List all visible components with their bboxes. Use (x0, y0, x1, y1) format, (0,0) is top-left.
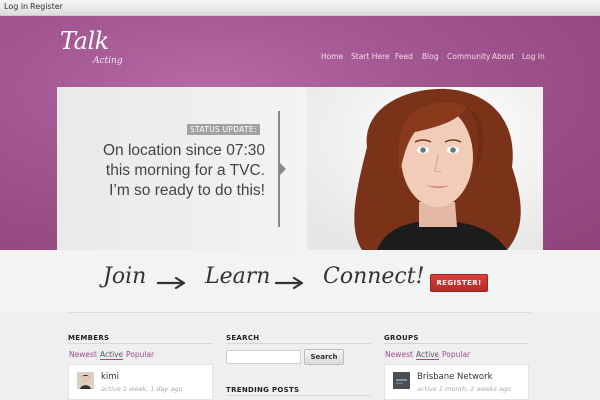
admin-login-link[interactable]: Log in (4, 2, 28, 11)
groups-title: GROUPS (384, 334, 419, 342)
tab-separator: | (95, 350, 98, 359)
group-avatar[interactable] (393, 372, 410, 389)
members-title: MEMBERS (68, 334, 110, 342)
admin-bar: Log in Register (0, 0, 600, 16)
status-line-3: I’m so ready to do this! (109, 182, 265, 199)
logo-subtitle: Acting (93, 56, 123, 66)
groups-tab-popular[interactable]: Popular (442, 350, 470, 359)
tab-separator: | (121, 350, 124, 359)
group-activity: active 1 month, 2 weeks ago (417, 385, 512, 393)
members-tab-newest[interactable]: Newest (69, 350, 97, 359)
status-line-1: On location since 07:30 (103, 142, 265, 159)
search-title: SEARCH (226, 334, 260, 342)
tab-separator: | (437, 350, 440, 359)
member-name[interactable]: kimi (101, 372, 119, 382)
nav-feed[interactable]: Feed (395, 52, 413, 61)
join-step-join: Join (103, 264, 147, 289)
search-rule (226, 343, 371, 344)
search-input[interactable] (226, 350, 301, 364)
nav-login[interactable]: Log In (522, 52, 545, 61)
hero-banner: STATUS UPDATE: On location since 07:30 t… (57, 87, 543, 250)
status-line-2: this morning for a TVC. (105, 162, 265, 179)
trending-rule (226, 395, 371, 396)
groups-tab-newest[interactable]: Newest (385, 350, 413, 359)
join-step-connect: Connect! (323, 264, 425, 289)
members-tab-active[interactable]: Active (100, 350, 124, 360)
member-avatar[interactable] (77, 372, 94, 389)
join-strip: Join Learn Connect! (0, 250, 600, 312)
nav-community[interactable]: Community (447, 52, 490, 61)
member-activity: active 1 week, 1 day ago (101, 385, 183, 393)
nav-home[interactable]: Home (321, 52, 343, 61)
status-pointer-icon (280, 163, 286, 175)
trending-title: TRENDING POSTS (226, 386, 300, 394)
members-tab-popular[interactable]: Popular (126, 350, 154, 359)
nav-blog[interactable]: Blog (422, 52, 439, 61)
arrow-right-icon (157, 276, 186, 290)
search-button[interactable]: Search (304, 349, 344, 365)
join-step-learn: Learn (205, 264, 271, 289)
admin-register-link[interactable]: Register (30, 2, 63, 11)
members-rule (68, 343, 213, 344)
hero-portrait (307, 87, 543, 250)
nav-about[interactable]: About (492, 52, 514, 61)
arrow-right-icon (275, 276, 304, 290)
tab-separator: | (411, 350, 414, 359)
group-item[interactable]: Brisbane Network active 1 month, 2 weeks… (384, 364, 529, 400)
nav-start-here[interactable]: Start Here (351, 52, 390, 61)
section-divider (68, 312, 531, 313)
status-update-label: STATUS UPDATE: (187, 124, 260, 135)
groups-tab-active[interactable]: Active (416, 350, 440, 360)
groups-rule (384, 343, 529, 344)
member-item[interactable]: kimi active 1 week, 1 day ago (68, 364, 213, 400)
group-name[interactable]: Brisbane Network (417, 372, 493, 382)
logo-title[interactable]: Talk (60, 27, 109, 55)
register-button[interactable]: REGISTER! (430, 274, 488, 292)
